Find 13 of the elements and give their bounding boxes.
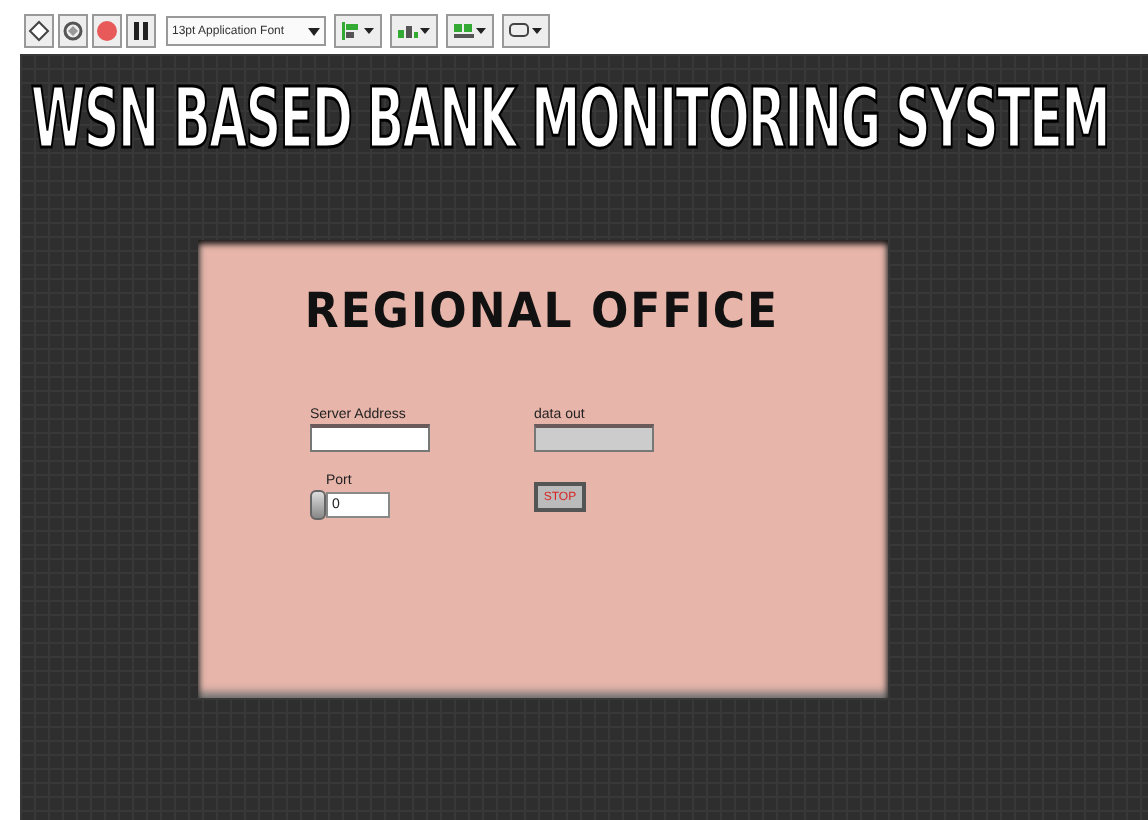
office-title: REGIONAL OFFICE <box>304 285 780 341</box>
align-icon[interactable] <box>334 14 382 48</box>
run-continuously-icon[interactable] <box>58 14 88 48</box>
system-title: WSN BASED BANK MONITORING SYSTEM <box>31 72 1109 170</box>
caret-icon <box>308 27 320 35</box>
reorder-icon[interactable] <box>502 14 550 48</box>
resize-icon[interactable] <box>446 14 494 48</box>
increment-decrement-control[interactable] <box>310 490 326 520</box>
data-out-indicator <box>534 424 654 452</box>
run-icon[interactable] <box>24 14 54 48</box>
pause-icon[interactable] <box>126 14 156 48</box>
distribute-icon[interactable] <box>390 14 438 48</box>
server-address-field[interactable] <box>310 424 430 452</box>
